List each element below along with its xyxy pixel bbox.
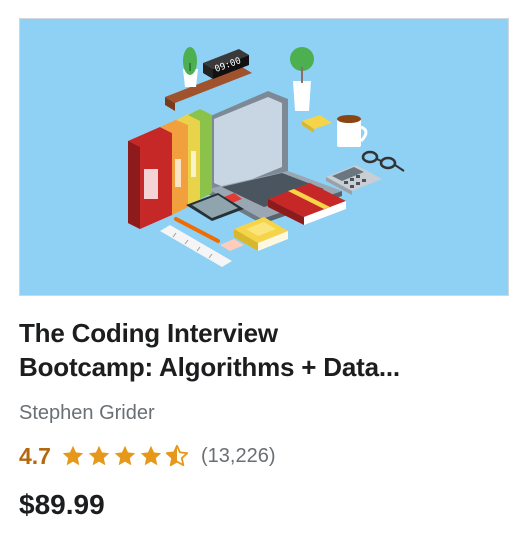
course-price: $89.99 — [19, 489, 105, 520]
star-half-icon — [165, 444, 189, 467]
course-thumbnail[interactable]: 09:00 — [19, 18, 509, 296]
rating-row: 4.7 (13,226) — [19, 441, 275, 471]
star-rating — [61, 444, 191, 468]
course-author: Stephen Grider — [19, 402, 155, 424]
rating-count: (13,226) — [200, 444, 276, 467]
course-card[interactable]: 09:00 The Coding Interview Bootcamp: Alg… — [0, 0, 522, 534]
star-full-icon — [114, 445, 136, 466]
star-full-icon — [140, 445, 162, 466]
course-title-line-1: The Coding Interview — [19, 318, 278, 348]
star-full-icon — [62, 445, 84, 466]
rating-value: 4.7 — [19, 442, 51, 469]
star-full-icon — [88, 445, 110, 466]
course-title-line-2: Bootcamp: Algorithms + Data... — [19, 352, 400, 382]
workspace-illustration-icon: 09:00 — [128, 47, 405, 267]
course-title[interactable]: The Coding Interview Bootcamp: Algorithm… — [19, 316, 509, 384]
